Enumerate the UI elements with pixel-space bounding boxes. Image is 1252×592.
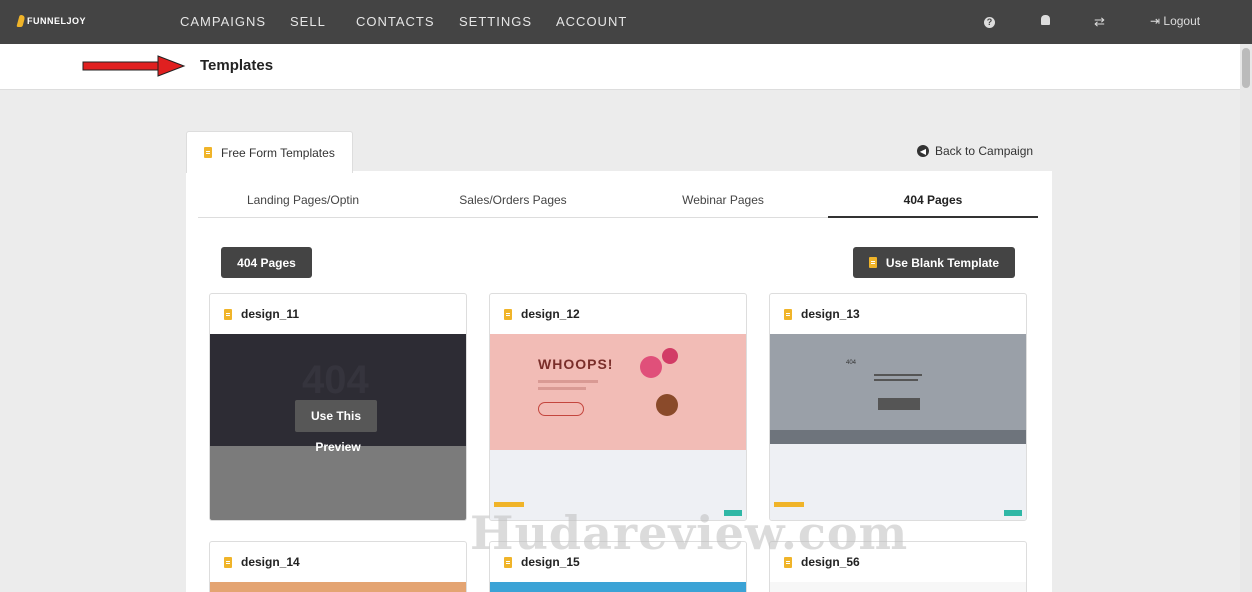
thumbnail-text-line — [538, 387, 586, 390]
template-thumbnail — [770, 582, 1026, 592]
back-link-label: Back to Campaign — [935, 144, 1034, 158]
template-card-design-14[interactable]: design_14 — [209, 541, 467, 592]
subtab-404-pages[interactable]: 404 Pages — [828, 193, 1038, 207]
file-icon — [504, 308, 512, 320]
thumbnail-button — [878, 398, 920, 410]
nav-campaigns[interactable]: CAMPAIGNS — [180, 14, 266, 29]
use-blank-template-button[interactable]: Use Blank Template — [853, 247, 1015, 278]
active-tab-indicator — [828, 216, 1038, 218]
watermark: Hudareview.com — [470, 506, 909, 560]
template-thumbnail: 404 — [770, 334, 1026, 444]
template-thumbnail — [210, 582, 466, 592]
file-icon — [224, 308, 232, 320]
thumbnail-text-line — [538, 380, 598, 383]
nav-sell[interactable]: SELL — [290, 14, 326, 29]
file-icon — [224, 556, 232, 568]
help-icon[interactable]: ? — [984, 14, 995, 28]
subtabs: Landing Pages/Optin Sales/Orders Pages W… — [198, 186, 1038, 218]
card-title: design_14 — [210, 542, 466, 582]
logout-button[interactable]: ⇥ Logout — [1150, 14, 1200, 28]
back-to-campaign-link[interactable]: ◀ Back to Campaign — [917, 144, 1033, 158]
thumbnail-text-line — [874, 374, 922, 376]
file-icon — [204, 147, 212, 158]
thumbnail-button — [538, 402, 584, 416]
scrollbar-thumb[interactable] — [1242, 48, 1250, 88]
nav-contacts[interactable]: CONTACTS — [356, 14, 435, 29]
thumbnail-balloon — [656, 394, 678, 416]
thumbnail-balloon — [662, 348, 678, 364]
brand-logo[interactable]: FUNNELJOY — [16, 15, 87, 27]
use-this-button[interactable]: Use This — [295, 400, 377, 432]
template-card-design-11[interactable]: design_11 404 Use This Preview — [209, 293, 467, 521]
card-name: design_11 — [241, 307, 300, 321]
subtab-landing-pages[interactable]: Landing Pages/Optin — [198, 193, 408, 207]
thumbnail-whoops-text: WHOOPS! — [538, 356, 614, 372]
thumbnail-text-line — [874, 379, 918, 381]
template-card-design-13[interactable]: design_13 404 — [769, 293, 1027, 521]
card-name: design_12 — [521, 307, 580, 321]
tab-free-form-templates[interactable]: Free Form Templates — [186, 131, 353, 173]
thumbnail-mountains — [770, 430, 1026, 444]
file-icon — [784, 308, 792, 320]
thumbnail-balloon — [640, 356, 662, 378]
nav-settings[interactable]: SETTINGS — [459, 14, 532, 29]
preview-link[interactable]: Preview — [210, 440, 466, 454]
notifications-bell-icon[interactable] — [1041, 14, 1050, 28]
subtab-sales-orders[interactable]: Sales/Orders Pages — [408, 193, 618, 207]
file-icon — [868, 257, 877, 268]
thumbnail-404-text: 404 — [846, 360, 857, 366]
card-name: design_14 — [241, 555, 300, 569]
top-navbar: FUNNELJOY CAMPAIGNS SELL CONTACTS SETTIN… — [0, 0, 1252, 44]
nav-account[interactable]: ACCOUNT — [556, 14, 627, 29]
red-arrow-icon — [82, 55, 186, 77]
card-title: design_12 — [490, 294, 746, 334]
blank-template-label: Use Blank Template — [885, 255, 1000, 270]
page-title: Templates — [200, 57, 274, 74]
template-thumbnail — [490, 582, 746, 592]
logo-mark-icon — [16, 15, 26, 27]
page-scrollbar[interactable] — [1240, 44, 1252, 592]
brand-name: FUNNELJOY — [27, 16, 87, 26]
card-title: design_11 — [210, 294, 466, 334]
logout-icon: ⇥ — [1150, 14, 1164, 28]
hover-overlay: Use This Preview — [210, 334, 466, 520]
template-card-design-12[interactable]: design_12 WHOOPS! — [489, 293, 747, 521]
card-title: design_13 — [770, 294, 1026, 334]
switch-arrows-icon[interactable]: ⇄ — [1094, 14, 1105, 30]
template-thumbnail: WHOOPS! — [490, 334, 746, 450]
page-header — [0, 44, 1252, 90]
thumbnail-footer-badge — [1004, 510, 1022, 516]
tab-label: Free Form Templates — [221, 145, 335, 160]
arrow-left-circle-icon: ◀ — [917, 145, 929, 157]
logout-label: Logout — [1163, 14, 1201, 28]
card-name: design_13 — [801, 307, 860, 321]
subtab-webinar-pages[interactable]: Webinar Pages — [618, 193, 828, 207]
category-button[interactable]: 404 Pages — [221, 247, 312, 278]
